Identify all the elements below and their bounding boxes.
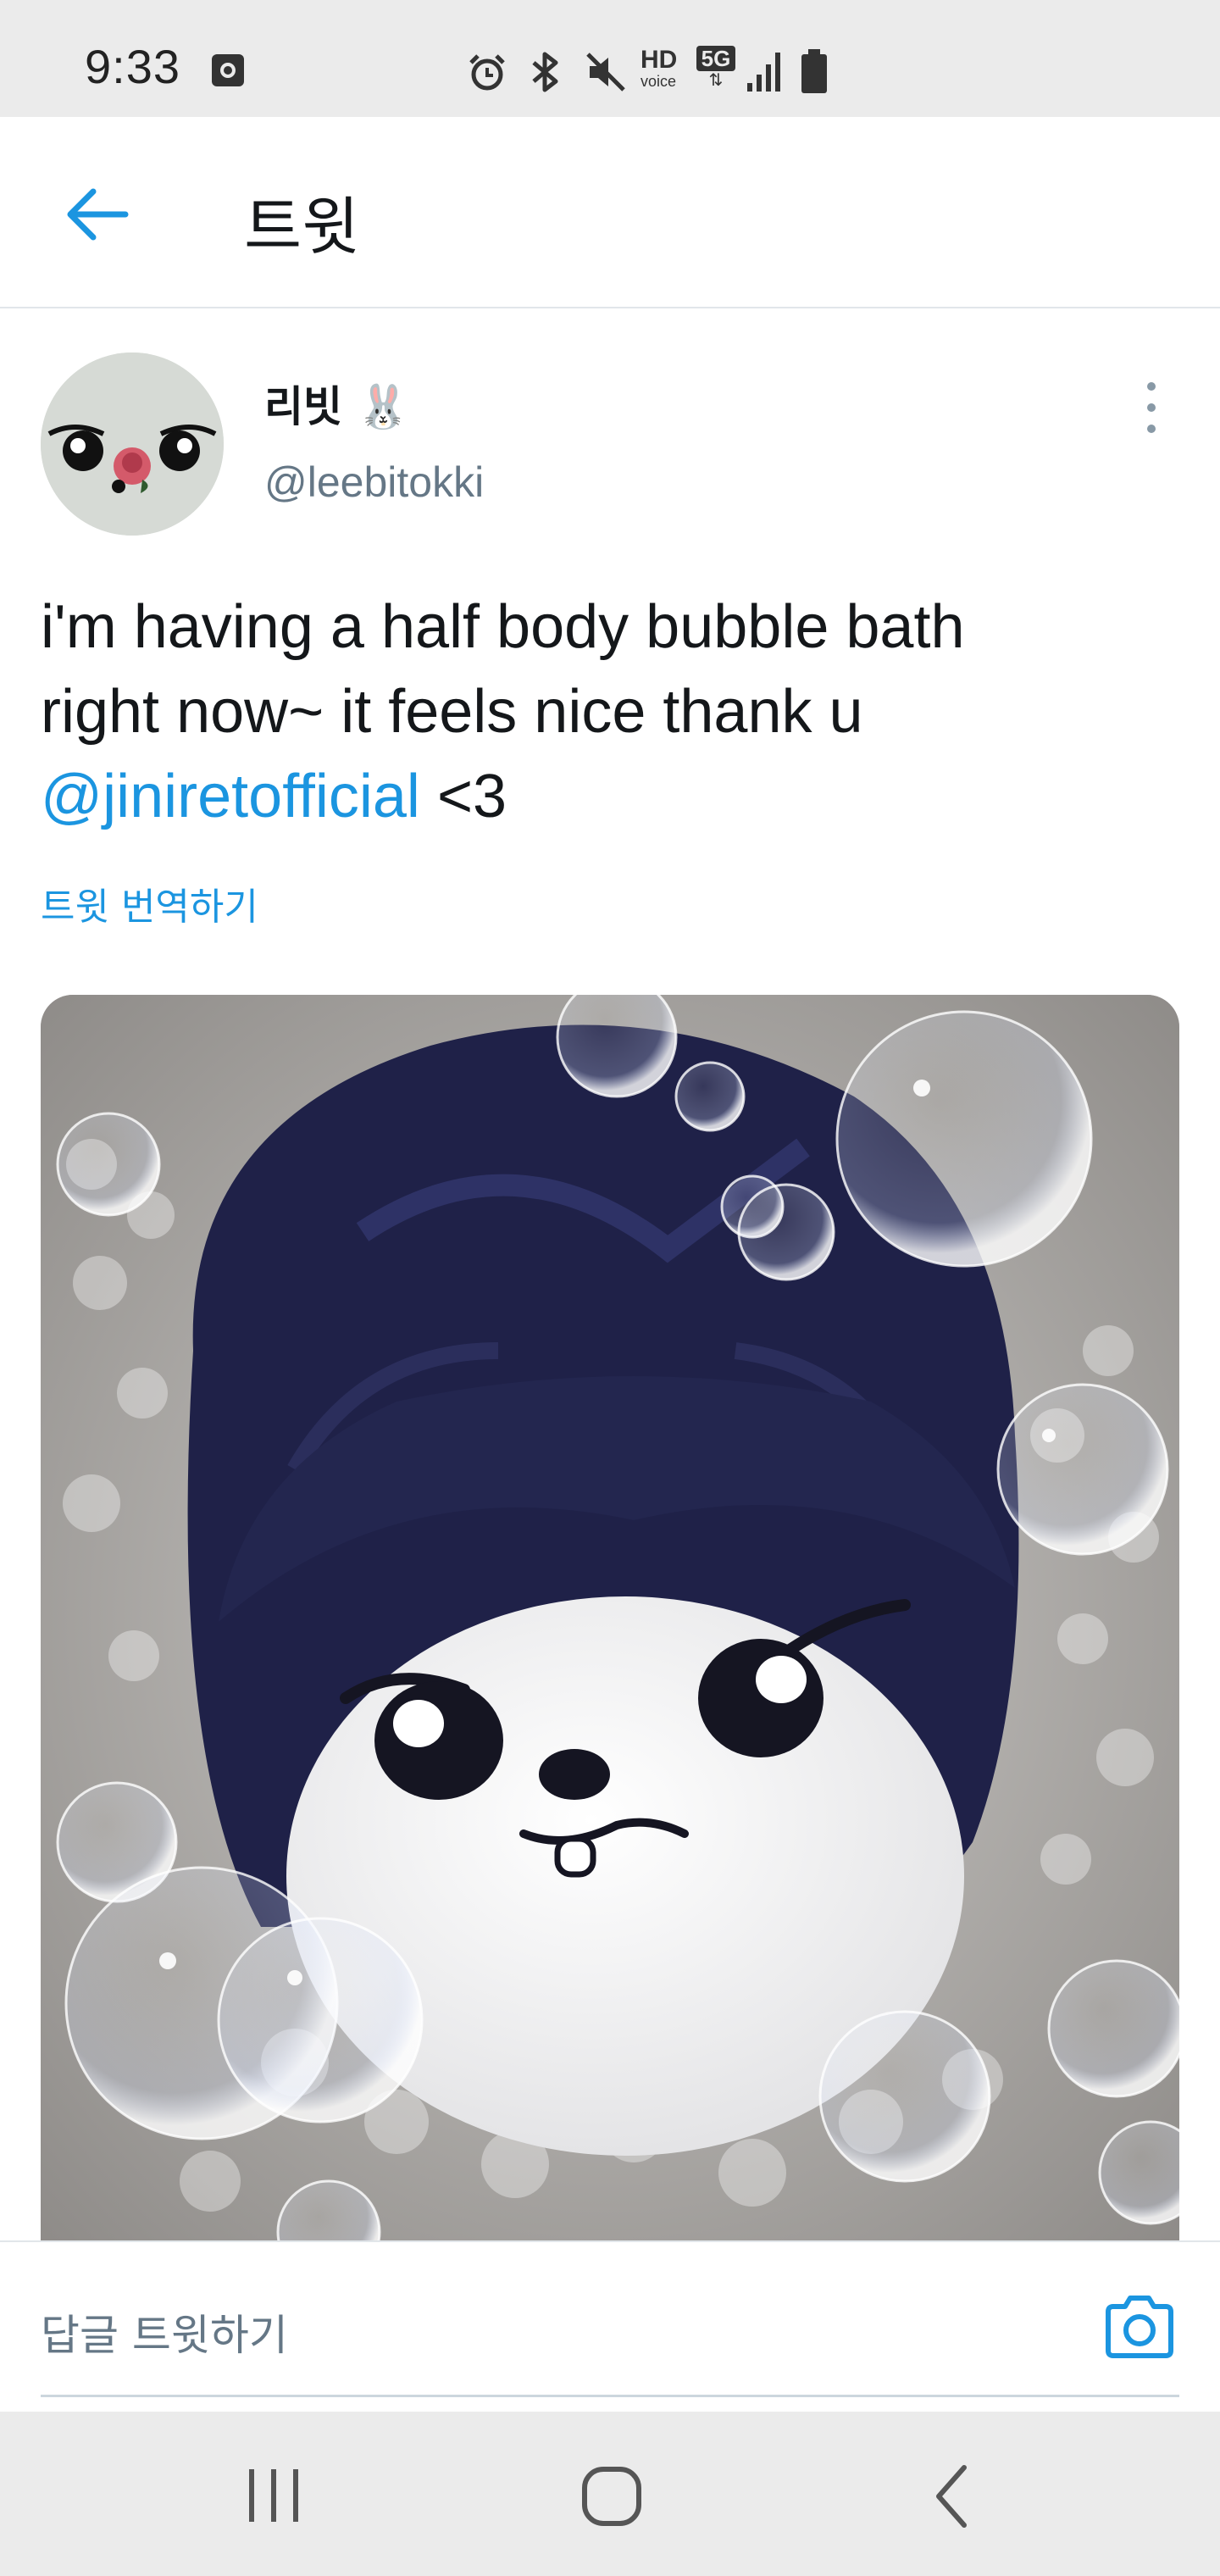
mention-link[interactable]: @jiniretofficial	[41, 763, 420, 830]
author-name-text: 리빗	[264, 382, 342, 431]
rabbit-emoji: 🐰	[357, 382, 410, 431]
tweet-text-line-3: @jiniretofficial <3	[41, 754, 1176, 839]
top-app-bar: 트윗	[0, 117, 1220, 308]
author-name[interactable]: 리빗 🐰	[264, 373, 410, 434]
system-nav-bar	[0, 2412, 1220, 2576]
5g-icon: 5G ⇅	[696, 46, 735, 97]
tweet-text-tail: <3	[419, 763, 507, 830]
recent-apps-icon[interactable]	[246, 2466, 302, 2525]
hd-voice-icon: HD voice	[640, 47, 688, 95]
reply-bar: 답글 트윗하기	[0, 2240, 1220, 2412]
avatar-image	[41, 353, 224, 536]
plush-bubble-bath-image	[41, 995, 1179, 2240]
reply-input[interactable]: 답글 트윗하기	[41, 2301, 1057, 2362]
alarm-icon	[469, 54, 505, 91]
screen-record-icon	[212, 54, 244, 86]
tweet-text-line-2: right now~ it feels nice thank u	[41, 678, 863, 746]
network-label: 5G	[696, 46, 735, 71]
page-title: 트윗	[244, 191, 360, 264]
tweet-text: i'm having a half body bubble bath right…	[41, 585, 1176, 839]
avatar[interactable]	[41, 353, 224, 536]
battery-icon	[801, 49, 827, 93]
more-vertical-icon[interactable]	[1139, 378, 1164, 437]
arrow-left-icon[interactable]	[59, 176, 136, 253]
status-bar: 9:33 HD voice 5G ⇅	[0, 0, 1220, 117]
back-icon[interactable]	[930, 2462, 973, 2530]
camera-icon[interactable]	[1101, 2293, 1178, 2361]
hd-label: HD	[640, 46, 678, 74]
author-handle[interactable]: @leebitokki	[264, 458, 484, 507]
tweet-photo[interactable]	[41, 995, 1179, 2240]
bluetooth-icon	[532, 52, 558, 92]
status-time: 9:33	[85, 40, 180, 93]
home-icon[interactable]	[581, 2466, 642, 2527]
tweet-text-line-1: i'm having a half body bubble bath	[41, 593, 965, 661]
mute-icon	[586, 53, 625, 92]
signal-icon	[747, 53, 780, 92]
reply-underline	[41, 2395, 1179, 2397]
voice-label: voice	[640, 73, 677, 90]
translate-tweet-link[interactable]: 트윗 번역하기	[41, 876, 258, 930]
